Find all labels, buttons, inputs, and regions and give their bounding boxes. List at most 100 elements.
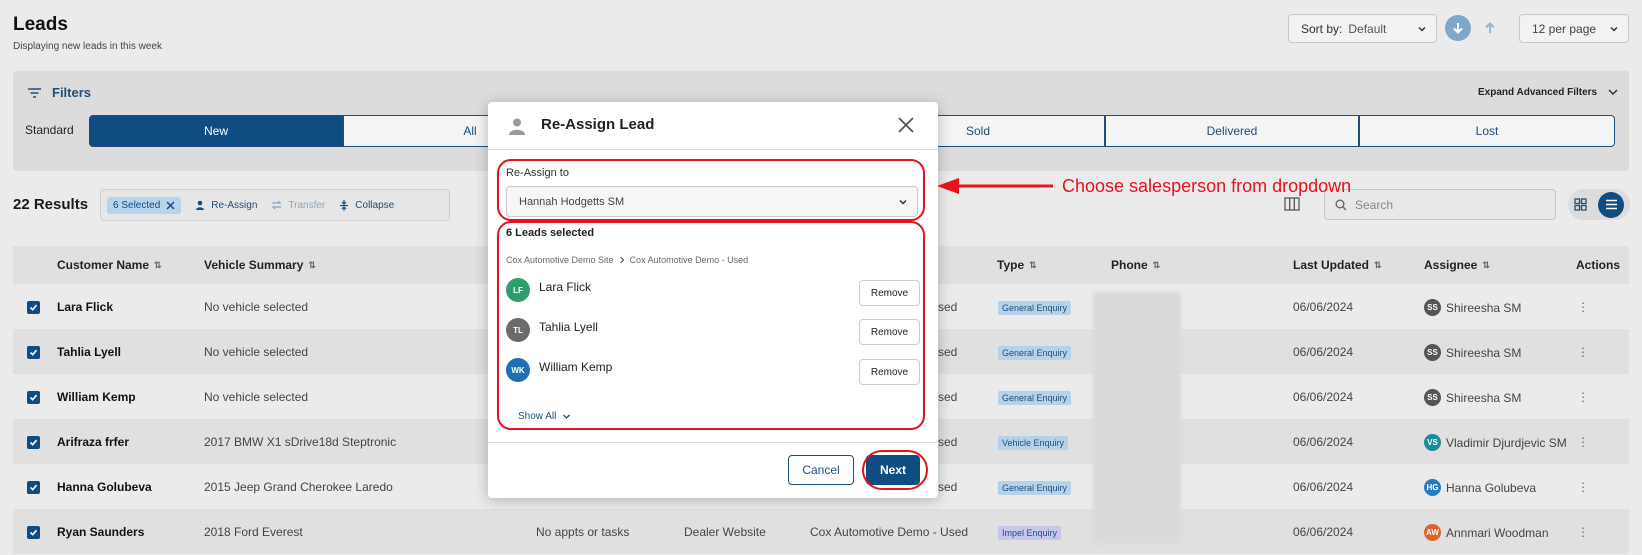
assignee-cell: SS Shireesha SM (1424, 389, 1521, 406)
th-type[interactable]: Type ⇅ (997, 258, 1037, 272)
kebab-menu-icon[interactable]: ⋮ (1577, 480, 1589, 494)
sort-icon: ⇅ (1374, 259, 1382, 270)
th-actions: Actions (1576, 258, 1620, 272)
appts-cell: No appts or tasks (536, 525, 630, 539)
search-input[interactable]: Search (1324, 189, 1556, 220)
annotation-highlight-dropdown (497, 159, 925, 221)
row-checkbox[interactable] (27, 391, 40, 404)
annotation-highlight-leads (497, 221, 925, 430)
th-phone-label: Phone (1111, 258, 1148, 272)
results-count: 22 Results (13, 196, 89, 213)
filter-icon (28, 87, 41, 98)
filters-title: Filters (52, 85, 92, 100)
th-customer[interactable]: Customer Name ⇅ (57, 258, 162, 272)
th-updated-label: Last Updated (1293, 258, 1370, 272)
list-view-button[interactable] (1598, 191, 1625, 218)
customer-name[interactable]: Tahlia Lyell (57, 345, 121, 359)
customer-name[interactable]: Lara Flick (57, 300, 113, 314)
segment-new[interactable]: New (89, 115, 343, 147)
per-page-select[interactable]: 12 per page (1519, 14, 1629, 43)
type-badge: General Enquiry (998, 391, 1072, 405)
segment-delivered[interactable]: Delivered (1105, 115, 1359, 147)
columns-icon[interactable] (1284, 197, 1300, 211)
kebab-menu-icon[interactable]: ⋮ (1577, 300, 1589, 314)
site-cell: sed (938, 345, 958, 359)
collapse-action[interactable]: Collapse (339, 199, 395, 211)
chevron-down-icon (1418, 26, 1426, 32)
customer-name[interactable]: William Kemp (57, 390, 136, 404)
site-cell: sed (938, 390, 958, 404)
sort-icon: ⇅ (1029, 259, 1037, 270)
assignee-name: Shireesha SM (1446, 345, 1522, 360)
assignee-cell: SS Shireesha SM (1424, 299, 1521, 316)
kebab-menu-icon[interactable]: ⋮ (1577, 525, 1589, 539)
type-badge: General Enquiry (998, 481, 1072, 495)
filters-header[interactable]: Filters (27, 85, 91, 100)
selected-chip[interactable]: 6 Selected (107, 196, 182, 214)
sort-descending-button[interactable] (1445, 15, 1471, 41)
sort-label: Sort by: (1301, 21, 1343, 36)
bulk-action-bar: 6 Selected Re-Assign Transfer Collapse (100, 189, 450, 221)
site-cell: sed (938, 435, 958, 449)
site-cell: sed (938, 300, 958, 314)
transfer-action[interactable]: Transfer (271, 200, 325, 211)
sort-icon: ⇅ (154, 259, 162, 270)
collapse-label: Collapse (355, 199, 395, 211)
last-updated: 06/06/2024 (1293, 435, 1354, 449)
assignee-cell: VS Vladimir Djurdjevic SM (1424, 434, 1567, 451)
customer-name[interactable]: Hanna Golubeva (57, 480, 152, 494)
search-icon (1335, 199, 1347, 210)
modal-divider (488, 149, 938, 150)
row-checkbox[interactable] (27, 346, 40, 359)
avatar: SS (1424, 344, 1441, 361)
last-updated: 06/06/2024 (1293, 300, 1354, 314)
assignee-name: Annmari Woodman (1446, 525, 1549, 540)
site-cell: Cox Automotive Demo - Used (810, 525, 969, 539)
th-assignee[interactable]: Assignee ⇅ (1424, 258, 1490, 272)
sort-value: Default (1348, 21, 1387, 36)
assignee-name: Vladimir Djurdjevic SM (1446, 435, 1567, 450)
avatar: AW (1424, 524, 1441, 541)
th-phone[interactable]: Phone ⇅ (1111, 258, 1160, 272)
row-checkbox[interactable] (27, 301, 40, 314)
vehicle-summary: No vehicle selected (204, 390, 309, 404)
phone-column-blurred (1093, 292, 1181, 544)
sort-select[interactable]: Sort by: Default (1288, 14, 1437, 43)
check-icon (29, 394, 38, 401)
avatar: SS (1424, 389, 1441, 406)
view-toggle (1568, 189, 1630, 220)
annotation-highlight-next (862, 450, 928, 490)
row-checkbox[interactable] (27, 436, 40, 449)
assignee-cell: HG Hanna Golubeva (1424, 479, 1536, 496)
kebab-menu-icon[interactable]: ⋮ (1577, 390, 1589, 404)
grid-view-icon[interactable] (1574, 198, 1587, 211)
kebab-menu-icon[interactable]: ⋮ (1577, 345, 1589, 359)
th-customer-label: Customer Name (57, 258, 150, 272)
avatar: VS (1424, 434, 1441, 451)
type-badge: Vehicle Enquiry (998, 436, 1069, 450)
last-updated: 06/06/2024 (1293, 480, 1354, 494)
site-cell: sed (938, 480, 958, 494)
assignee-name: Shireesha SM (1446, 390, 1522, 405)
kebab-menu-icon[interactable]: ⋮ (1577, 435, 1589, 449)
close-icon[interactable] (166, 200, 175, 210)
vehicle-summary: No vehicle selected (204, 300, 309, 314)
reassign-action[interactable]: Re-Assign (195, 200, 257, 211)
check-icon (29, 349, 38, 356)
expand-advanced-filters[interactable]: Expand Advanced Filters (1478, 86, 1619, 98)
th-updated[interactable]: Last Updated ⇅ (1293, 258, 1382, 272)
customer-name[interactable]: Ryan Saunders (57, 525, 144, 539)
segment-lost[interactable]: Lost (1359, 115, 1615, 147)
row-checkbox[interactable] (27, 481, 40, 494)
sort-ascending-button[interactable] (1477, 15, 1503, 41)
check-icon (29, 484, 38, 491)
close-icon[interactable] (898, 117, 914, 133)
person-icon (509, 118, 525, 135)
transfer-icon (271, 200, 282, 210)
sort-icon: ⇅ (1482, 259, 1490, 270)
row-checkbox[interactable] (27, 526, 40, 539)
customer-name[interactable]: Arifraza frfer (57, 435, 129, 449)
th-vehicle[interactable]: Vehicle Summary ⇅ (204, 258, 316, 272)
cancel-button[interactable]: Cancel (788, 455, 854, 485)
check-icon (29, 439, 38, 446)
